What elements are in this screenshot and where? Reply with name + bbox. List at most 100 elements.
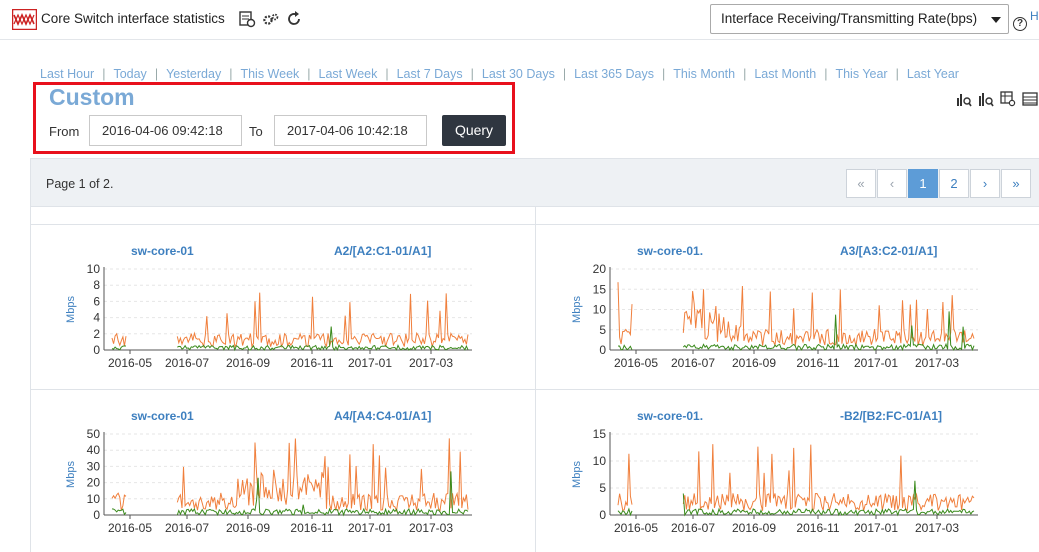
custom-range-title: Custom (49, 84, 135, 110)
query-button[interactable]: Query (442, 115, 506, 146)
x-tick-label: 2016-07 (165, 521, 209, 535)
chart-zoom-icon[interactable] (978, 91, 994, 107)
chart-3-device[interactable]: sw-core-01 (131, 409, 194, 423)
time-range-separator: | (470, 67, 474, 81)
chart-view-icon[interactable] (956, 91, 972, 107)
time-range-this-week[interactable]: This Week (240, 67, 299, 81)
time-range-this-month[interactable]: This Month (673, 67, 735, 81)
last-page-button[interactable]: » (1001, 169, 1031, 198)
refresh-icon[interactable] (285, 10, 303, 28)
chart-4: 0 5 10 15 Mbps 2016-05 2016-07 2016-09 2016-11 20… (568, 424, 982, 536)
x-tick-label: 2016-11 (796, 356, 839, 370)
list-view-icon[interactable] (1022, 91, 1038, 107)
x-tick-label: 2016-07 (165, 356, 209, 370)
y-axis-label: Mbps (571, 296, 583, 323)
x-tick-label: 2016-05 (614, 521, 658, 535)
y-tick-label: 10 (593, 454, 607, 468)
to-date-value: 2017-04-06 10:42:18 (287, 123, 408, 138)
time-range-links: Last Hour | Today | Yesterday | This Week | Last… (40, 67, 959, 81)
prev-page-button[interactable]: ‹ (877, 169, 907, 198)
time-range-separator: | (307, 67, 311, 81)
x-tick-label: 2016-09 (226, 521, 270, 535)
to-date-input[interactable]: 2017-04-06 10:42:18 (274, 115, 427, 146)
chart-1: 0 2 4 6 8 10 Mbps 2016-05 2016-07 2016-09 2016-11 2… (62, 259, 476, 371)
y-axis-label: Mbps (65, 461, 77, 488)
chart-4-device[interactable]: sw-core-01. (637, 409, 703, 423)
x-tick-label: 2016-07 (671, 521, 715, 535)
time-range-last-month[interactable]: Last Month (754, 67, 816, 81)
x-tick-label: 2017-01 (348, 356, 392, 370)
x-tick-label: 2017-01 (854, 521, 898, 535)
chart-1-port[interactable]: A2/[A2:C1-01/A1] (334, 244, 431, 258)
x-tick-label: 2017-03 (915, 521, 959, 535)
time-range-last-hour[interactable]: Last Hour (40, 67, 94, 81)
x-tick-label: 2016-09 (732, 356, 776, 370)
from-date-value: 2016-04-06 09:42:18 (102, 123, 223, 138)
x-tick-label: 2016-07 (671, 356, 715, 370)
y-tick-label: 0 (599, 343, 606, 357)
chart-1-device[interactable]: sw-core-01 (131, 244, 194, 258)
time-range-last-week[interactable]: Last Week (319, 67, 378, 81)
time-range-this-year[interactable]: This Year (835, 67, 887, 81)
page-1-button[interactable]: 1 (908, 169, 938, 198)
x-tick-label: 2016-05 (614, 356, 658, 370)
time-range-separator: | (895, 67, 899, 81)
transmit-rate-series (111, 326, 469, 352)
y-tick-label: 30 (87, 459, 101, 473)
y-axis-label: Mbps (571, 461, 583, 488)
page-2-button[interactable]: 2 (939, 169, 969, 198)
receive-rate-series (617, 444, 975, 513)
y-tick-label: 40 (87, 443, 101, 457)
y-tick-label: 0 (93, 343, 100, 357)
metric-select-value: Interface Receiving/Transmitting Rate(bp… (721, 11, 978, 26)
y-tick-label: 5 (599, 323, 606, 337)
y-tick-label: 8 (93, 278, 100, 292)
chart-4-port[interactable]: -B2/[B2:FC-01/A1] (840, 409, 942, 423)
help-icon[interactable]: ? (1013, 17, 1027, 31)
x-tick-label: 2016-11 (290, 521, 333, 535)
x-tick-label: 2017-01 (348, 521, 392, 535)
y-tick-label: 10 (87, 262, 101, 276)
y-tick-label: 5 (599, 481, 606, 495)
export-icon[interactable] (238, 10, 256, 28)
time-range-last-7-days[interactable]: Last 7 Days (397, 67, 463, 81)
chart-2-device[interactable]: sw-core-01. (637, 244, 703, 258)
time-range-last-365-days[interactable]: Last 365 Days (574, 67, 654, 81)
from-date-input[interactable]: 2016-04-06 09:42:18 (89, 115, 242, 146)
next-page-button[interactable]: › (970, 169, 1000, 198)
x-tick-label: 2017-03 (915, 356, 959, 370)
x-tick-label: 2017-03 (409, 521, 453, 535)
y-tick-label: 0 (93, 508, 100, 522)
time-range-separator: | (824, 67, 828, 81)
chart-table-icon[interactable] (1000, 91, 1016, 107)
grid-divider-vertical (535, 207, 536, 552)
y-tick-label: 15 (593, 282, 607, 296)
time-range-separator: | (385, 67, 389, 81)
help-link[interactable]: H (1030, 9, 1039, 23)
y-tick-label: 20 (87, 476, 101, 490)
chart-2-port[interactable]: A3/[A3:C2-01/A1] (840, 244, 937, 258)
time-range-last-30-days[interactable]: Last 30 Days (482, 67, 555, 81)
x-tick-label: 2016-05 (108, 356, 152, 370)
receive-rate-series (617, 282, 975, 348)
chart-3-port[interactable]: A4/[A4:C4-01/A1] (334, 409, 431, 423)
time-range-separator: | (562, 67, 567, 81)
time-range-yesterday[interactable]: Yesterday (166, 67, 221, 81)
time-range-today[interactable]: Today (113, 67, 146, 81)
top-bar: Core Switch interface statistics Interfa… (0, 0, 1039, 40)
chevron-down-icon (991, 17, 1001, 23)
transmit-rate-series (617, 480, 975, 517)
y-axis-label: Mbps (65, 296, 77, 323)
page-info: Page 1 of 2. (46, 177, 114, 191)
first-page-button[interactable]: « (846, 169, 876, 198)
metric-select[interactable]: Interface Receiving/Transmitting Rate(bp… (710, 4, 1009, 34)
y-tick-label: 10 (87, 492, 101, 506)
y-tick-label: 2 (93, 327, 100, 341)
grid-divider-horizontal (31, 389, 1039, 390)
chart-2: 0 5 10 15 20 Mbps 2016-05 2016-07 2016-09 2016-11… (568, 259, 982, 371)
y-tick-label: 6 (93, 294, 100, 308)
x-tick-label: 2016-11 (796, 521, 839, 535)
settings-icon[interactable] (262, 10, 280, 28)
time-range-last-year[interactable]: Last Year (907, 67, 959, 81)
time-range-separator: | (229, 67, 233, 81)
